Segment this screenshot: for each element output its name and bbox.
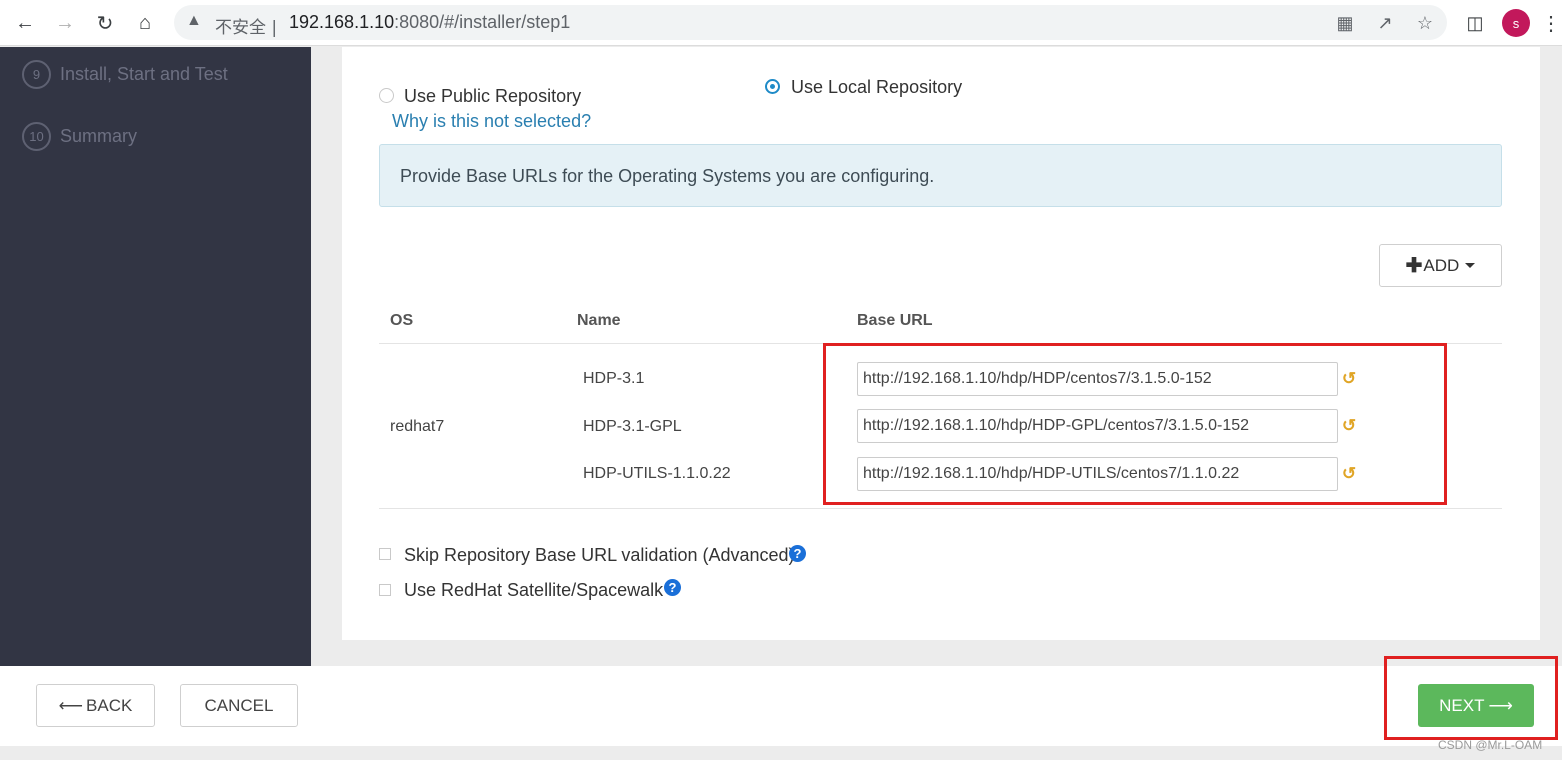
add-label: ADD [1423,255,1460,275]
home-icon[interactable]: ⌂ [130,8,160,38]
satellite-label[interactable]: Use RedHat Satellite/Spacewalk [404,580,663,601]
avatar-letter: s [1512,15,1520,31]
why-not-selected-link[interactable]: Why is this not selected? [392,111,591,132]
caret-down-icon [1465,263,1476,268]
local-repo-label[interactable]: Use Local Repository [791,77,962,98]
back-button[interactable]: ⟵ BACK [36,684,155,727]
sidebar-step-install[interactable]: 9 Install, Start and Test [22,60,228,89]
step-number: 9 [22,60,51,89]
avatar[interactable]: s [1502,9,1530,37]
back-arrow-icon[interactable]: ← [10,8,40,38]
url-text[interactable]: 192.168.1.10:8080/#/installer/step1 [289,12,570,33]
local-repo-radio[interactable] [765,79,780,94]
table-divider [379,508,1502,509]
skip-validation-checkbox[interactable] [379,548,391,560]
plus-icon: ✚ [1405,255,1423,277]
security-text: 不安全 [215,18,266,38]
url-host: 192.168.1.10 [289,12,395,32]
security-status[interactable]: 不安全 | [215,13,277,38]
watermark: CSDN @Mr.L-OAM [1438,738,1543,752]
public-repo-label[interactable]: Use Public Repository [404,86,581,107]
step-label: Install, Start and Test [60,64,228,84]
add-os-button[interactable]: ✚ ADD [1379,244,1502,287]
column-header-name: Name [577,312,621,329]
url-path: :8080/#/installer/step1 [394,12,571,32]
share-icon[interactable]: ↗ [1372,10,1398,36]
column-header-os: OS [390,312,414,329]
info-text: Provide Base URLs for the Operating Syst… [400,166,935,186]
menu-dots-icon[interactable]: ⋮ [1540,8,1562,38]
forward-arrow-icon[interactable]: → [50,8,80,38]
wizard-sidebar: 9 Install, Start and Test 10 Summary [0,47,311,666]
highlight-box-urls [823,343,1447,505]
satellite-checkbox[interactable] [379,584,391,596]
warning-icon: ▲ [186,12,202,29]
bookmark-star-icon[interactable]: ☆ [1412,10,1438,36]
help-icon[interactable]: ? [664,579,681,596]
side-panel-icon[interactable]: ◫ [1460,8,1490,38]
browser-toolbar: ← → ↻ ⌂ ▲ 不安全 | 192.168.1.10:8080/#/inst… [0,0,1562,46]
os-cell: redhat7 [390,418,445,435]
back-label: BACK [86,695,133,715]
cancel-label: CANCEL [204,695,274,715]
skip-validation-label[interactable]: Skip Repository Base URL validation (Adv… [404,545,795,566]
translate-icon[interactable]: ▦ [1332,10,1358,36]
reload-icon[interactable]: ↻ [90,8,120,38]
public-repo-radio[interactable] [379,88,394,103]
repo-name-cell: HDP-3.1-GPL [583,418,682,435]
bottom-strip [0,746,1562,760]
address-bar[interactable]: ▲ 不安全 | 192.168.1.10:8080/#/installer/st… [174,5,1447,40]
step-number: 10 [22,122,51,151]
info-alert: Provide Base URLs for the Operating Syst… [379,144,1502,207]
column-header-base-url: Base URL [857,312,933,329]
left-arrow-icon: ⟵ [58,695,84,715]
repo-name-cell: HDP-UTILS-1.1.0.22 [583,465,731,482]
step-label: Summary [60,126,138,146]
repo-name-cell: HDP-3.1 [583,370,645,387]
help-icon[interactable]: ? [789,545,806,562]
highlight-box-next [1384,656,1558,740]
cancel-button[interactable]: CANCEL [180,684,298,727]
sidebar-step-summary[interactable]: 10 Summary [22,122,137,151]
